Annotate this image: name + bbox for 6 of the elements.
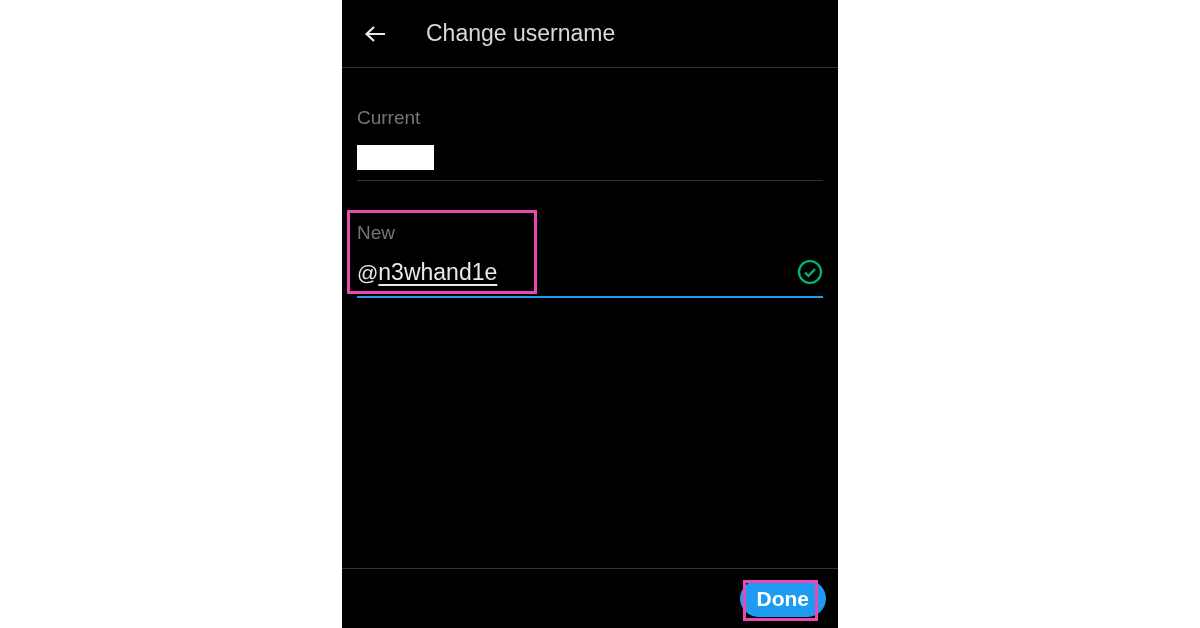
field-label: Current xyxy=(357,106,422,130)
back-arrow-icon[interactable] xyxy=(364,24,386,43)
field-label: New xyxy=(357,220,396,245)
username-input[interactable]: n3whand1e xyxy=(378,255,498,290)
at-prefix: @ xyxy=(357,259,379,286)
page-title: Change username xyxy=(426,19,616,49)
